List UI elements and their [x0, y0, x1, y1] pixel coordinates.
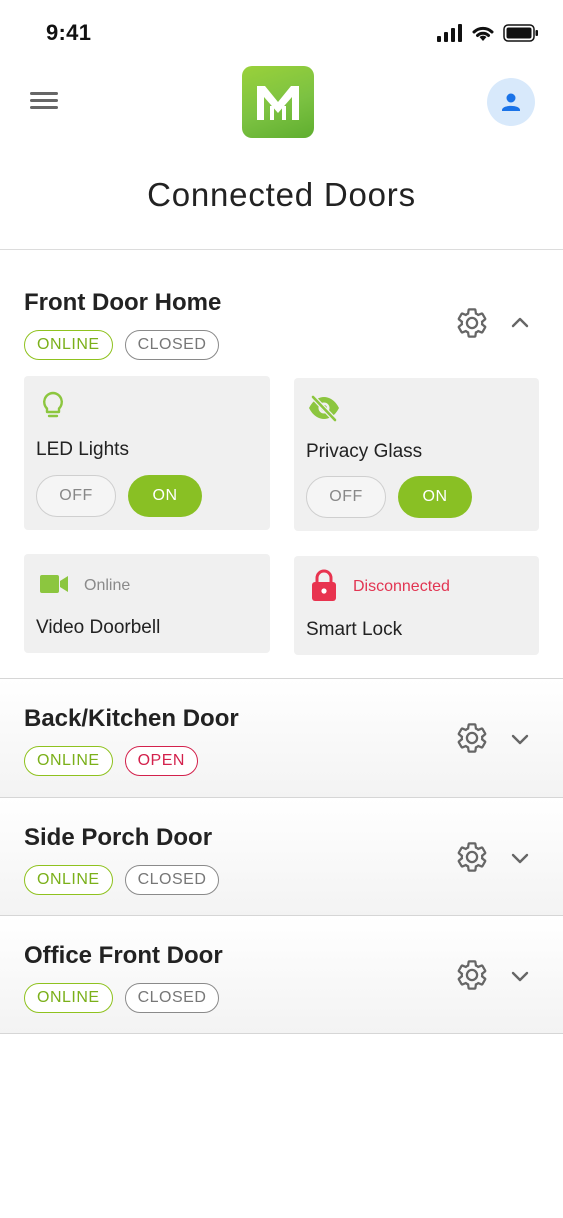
privacy-glass-toggle: OFF ON — [306, 476, 472, 518]
online-badge: ONLINE — [24, 865, 113, 895]
online-badge: ONLINE — [24, 330, 113, 360]
settings-gear-icon[interactable] — [455, 958, 489, 992]
device-status: Disconnected — [353, 578, 450, 595]
door-card-side-porch-door[interactable]: Side Porch Door ONLINE CLOSED — [0, 798, 563, 916]
device-tile-privacy-glass: Privacy Glass OFF ON — [294, 378, 539, 531]
device-tile-smart-lock: Disconnected Smart Lock — [294, 556, 539, 655]
profile-avatar[interactable] — [487, 78, 535, 126]
brand-logo — [242, 66, 314, 138]
door-card-office-front-door[interactable]: Office Front Door ONLINE CLOSED — [0, 916, 563, 1034]
settings-gear-icon[interactable] — [455, 721, 489, 755]
device-tile-video-doorbell: Online Video Doorbell — [24, 554, 270, 653]
page-title: Connected Doors — [147, 176, 416, 213]
toggle-on-button[interactable]: ON — [128, 475, 202, 517]
device-tile-led-lights: LED Lights OFF ON — [24, 376, 270, 530]
status-time: 9:41 — [46, 20, 92, 45]
door-state-badge: CLOSED — [124, 865, 220, 895]
settings-gear-icon[interactable] — [455, 306, 489, 340]
door-badges: ONLINE OPEN — [24, 746, 198, 776]
door-state-badge: CLOSED — [124, 983, 220, 1013]
toggle-off-button[interactable]: OFF — [36, 475, 116, 517]
lock-icon — [312, 569, 336, 601]
chevron-up-icon[interactable] — [508, 311, 532, 335]
device-name: LED Lights — [36, 439, 129, 460]
lightbulb-icon — [43, 391, 63, 418]
device-name: Privacy Glass — [306, 441, 423, 462]
device-name: Smart Lock — [306, 619, 403, 640]
door-badges: ONLINE CLOSED — [24, 983, 220, 1013]
door-state-badge: CLOSED — [124, 330, 220, 360]
device-name: Video Doorbell — [36, 617, 161, 638]
video-camera-icon — [40, 575, 68, 593]
app-header: Connected Doors — [0, 60, 563, 250]
door-state-badge: OPEN — [124, 746, 198, 776]
door-name: Back/Kitchen Door — [24, 705, 239, 732]
chevron-down-icon[interactable] — [508, 846, 532, 870]
eye-off-icon — [309, 395, 339, 422]
chevron-down-icon[interactable] — [508, 964, 532, 988]
toggle-off-button[interactable]: OFF — [306, 476, 386, 518]
logo-mark-icon — [257, 86, 299, 120]
signal-icon — [437, 24, 462, 42]
door-name: Office Front Door — [24, 942, 223, 969]
user-icon — [502, 93, 520, 111]
door-card-front-door-home: Front Door Home ONLINE CLOSED LED Lights… — [0, 251, 563, 679]
online-badge: ONLINE — [24, 746, 113, 776]
status-bar: 9:41 — [0, 0, 563, 60]
led-lights-toggle: OFF ON — [36, 475, 202, 517]
door-badges: ONLINE CLOSED — [24, 865, 220, 895]
hamburger-menu-icon[interactable] — [28, 88, 62, 116]
battery-icon — [503, 24, 538, 42]
wifi-icon — [472, 26, 494, 41]
door-name: Side Porch Door — [24, 824, 213, 851]
online-badge: ONLINE — [24, 983, 113, 1013]
door-badges: ONLINE CLOSED — [24, 330, 220, 360]
status-icons — [437, 24, 539, 42]
door-name: Front Door Home — [24, 289, 222, 316]
settings-gear-icon[interactable] — [455, 840, 489, 874]
chevron-down-icon[interactable] — [508, 727, 532, 751]
device-status: Online — [84, 577, 131, 594]
toggle-on-button[interactable]: ON — [398, 476, 472, 518]
door-card-back-kitchen-door[interactable]: Back/Kitchen Door ONLINE OPEN — [0, 679, 563, 798]
